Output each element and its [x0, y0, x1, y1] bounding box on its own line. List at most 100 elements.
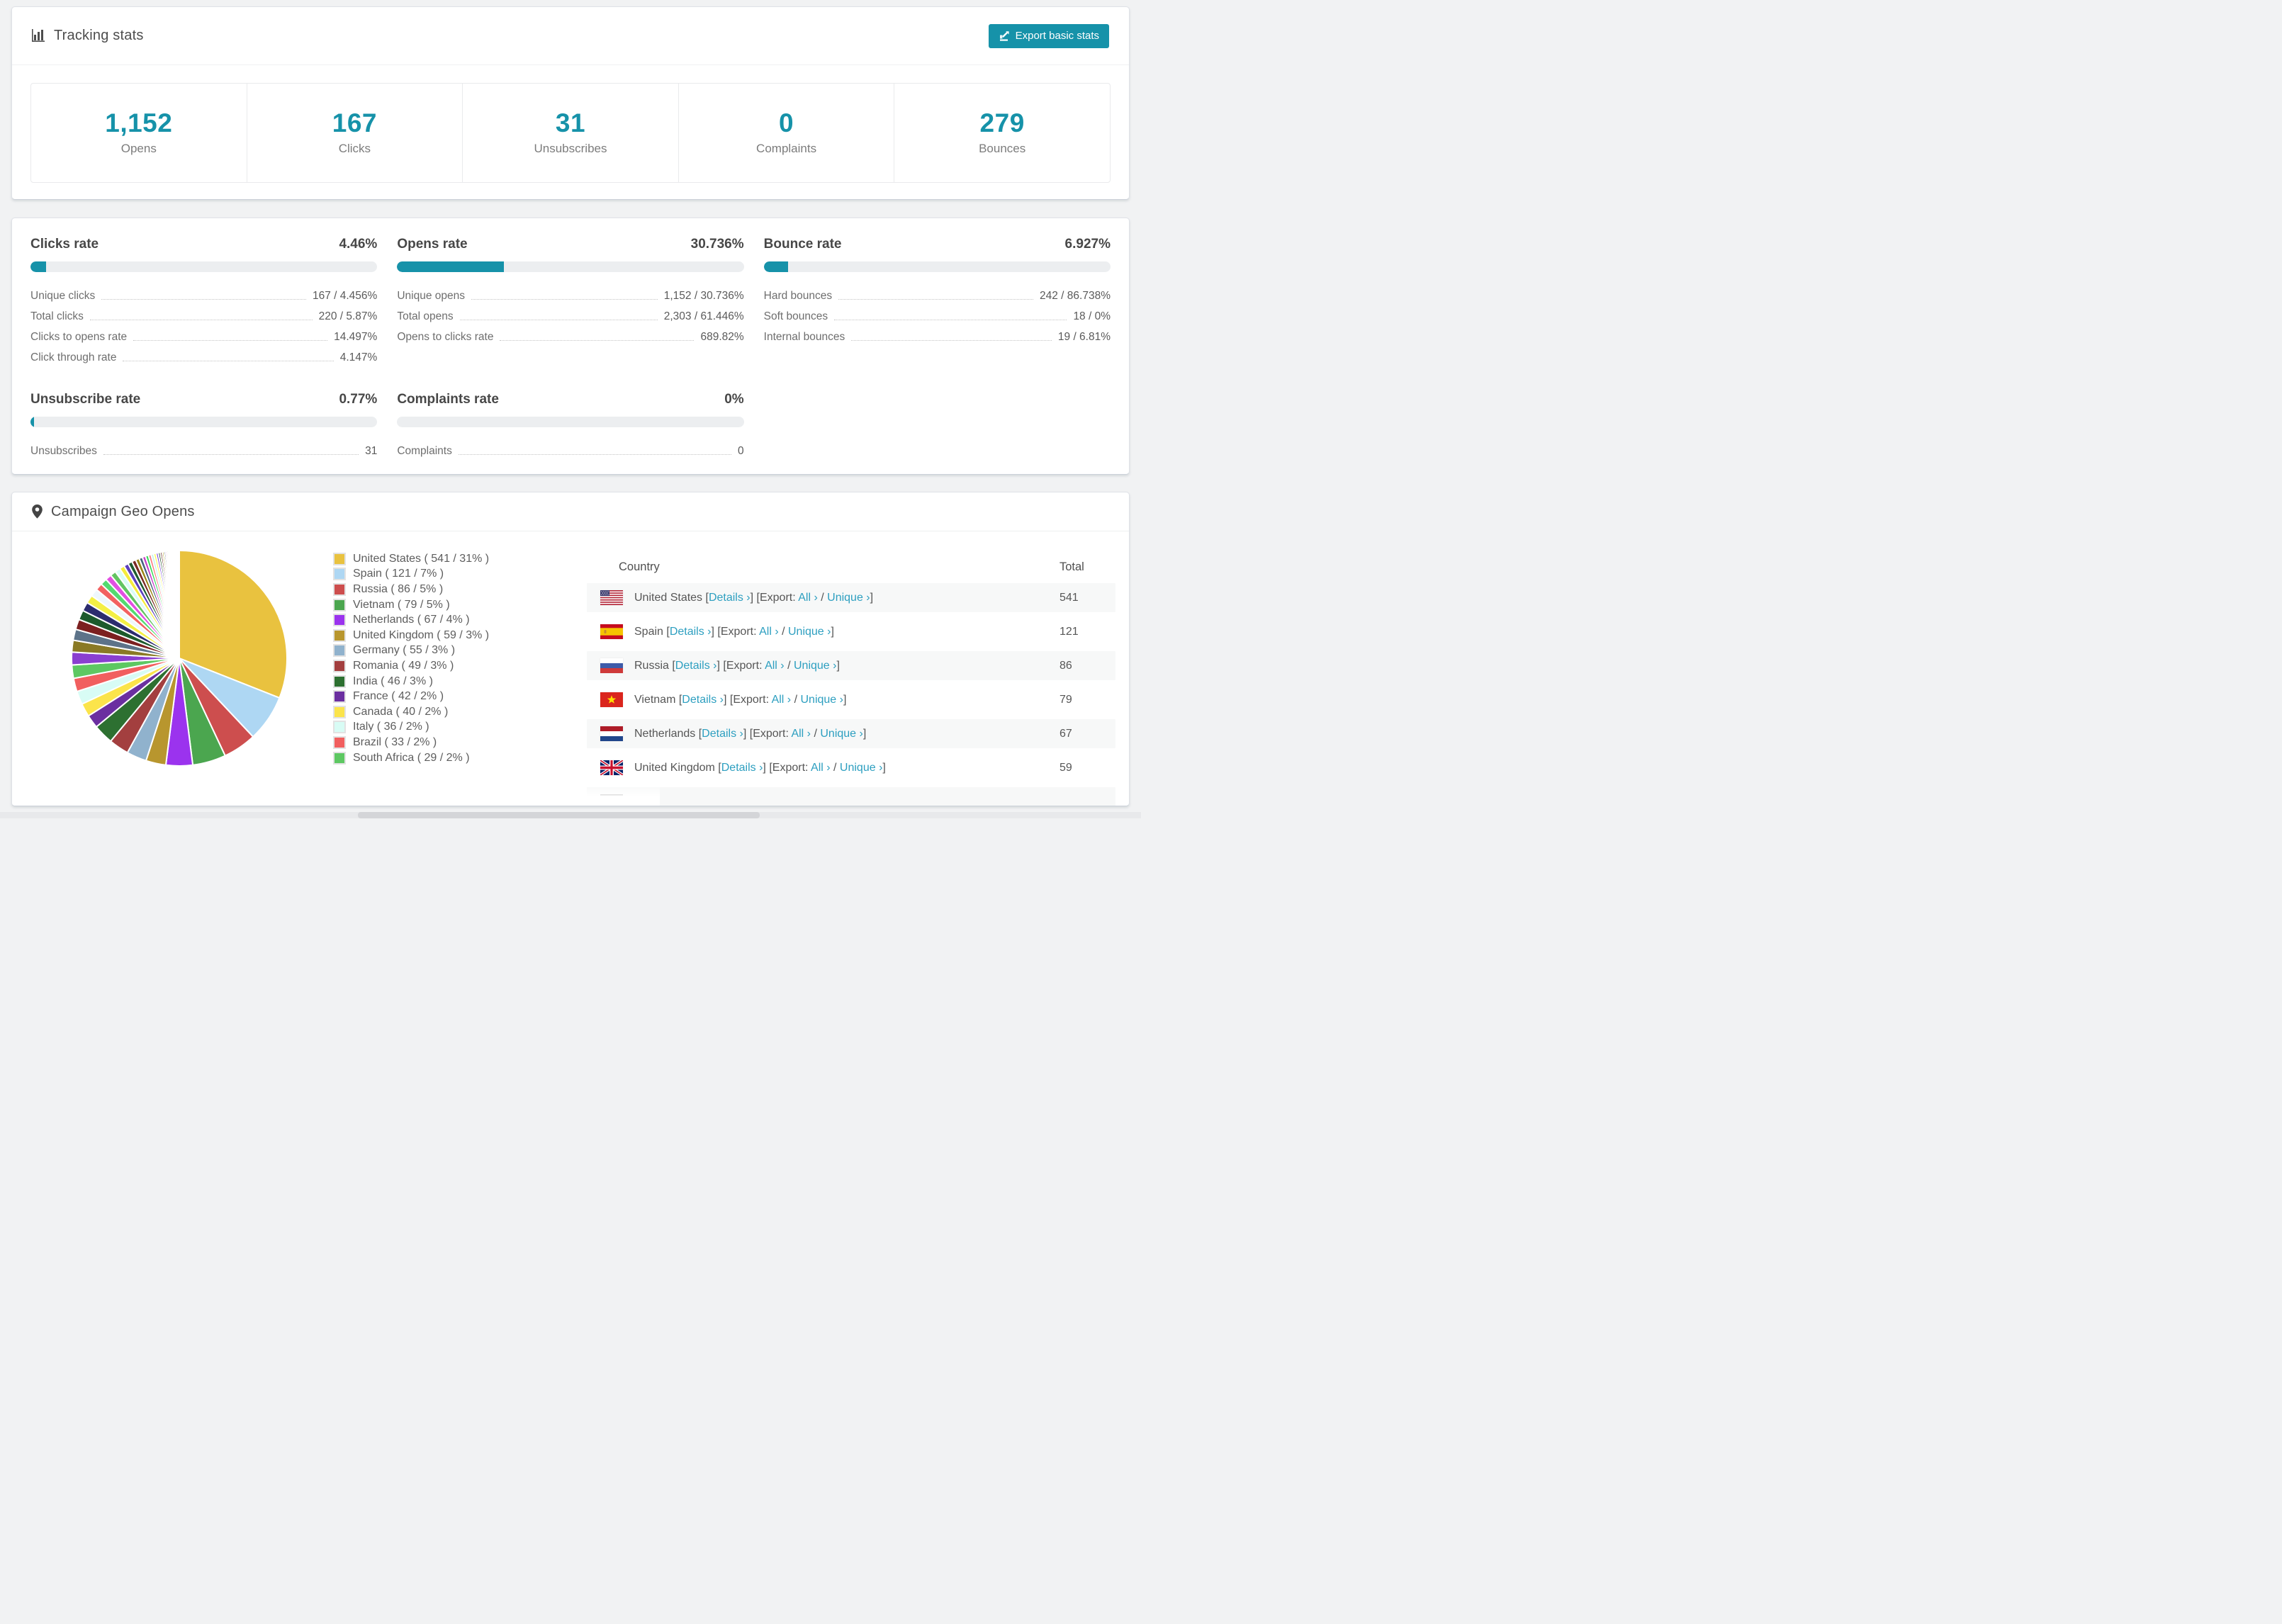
legend-label: Romania ( 49 / 3% ) — [353, 659, 454, 672]
details-link[interactable]: Details › — [709, 592, 751, 604]
rate-section-bounce: Bounce rate 6.927% Hard bounces 242 / 86.73… — [763, 237, 1111, 366]
geo-title: Campaign Geo Opens — [51, 503, 195, 519]
horizontal-scrollbar-track[interactable] — [0, 812, 1141, 818]
legend-item-italy[interactable]: Italy ( 36 / 2% ) — [333, 720, 489, 735]
dotted-leader — [851, 340, 1052, 341]
legend-item-vietnam[interactable]: Vietnam ( 79 / 5% ) — [333, 597, 489, 613]
rate-row-label: Unique opens — [397, 290, 465, 302]
export-unique-link[interactable]: Unique › — [827, 592, 870, 604]
flag-us-icon — [600, 590, 623, 605]
details-link[interactable]: Details › — [675, 660, 717, 672]
rate-row-value: 0 — [738, 445, 744, 457]
geo-body: United States ( 541 / 31% ) Spain ( 121 /… — [12, 531, 1129, 806]
export-basic-stats-button[interactable]: Export basic stats — [988, 23, 1109, 48]
country-name: Russia — [634, 659, 669, 672]
rate-row: Clicks to opens rate 14.497% — [30, 325, 377, 346]
details-link[interactable]: Details › — [682, 694, 724, 706]
legend-item-netherlands[interactable]: Netherlands ( 67 / 4% ) — [333, 612, 489, 628]
table-row: United Kingdom [Details ›] [Export: All … — [587, 753, 1115, 782]
flag-ru-icon — [600, 658, 623, 673]
flag-vn-icon — [600, 692, 623, 707]
stat-label: Complaints — [756, 141, 817, 155]
opens-rate-title: Opens rate — [397, 237, 468, 252]
country-cell: Netherlands [Details ›] [Export: All › /… — [634, 727, 867, 740]
flag-gb-icon — [600, 760, 623, 775]
tracking-stats-card: Tracking stats Export basic stats 1,152 O… — [11, 6, 1130, 200]
clicks-rate-value: 4.46% — [339, 237, 378, 252]
table-row: Vietnam [Details ›] [Export: All › / Uni… — [587, 685, 1115, 714]
legend-swatch — [333, 614, 346, 627]
horizontal-scrollbar-thumb[interactable] — [358, 812, 760, 818]
country-cell: Spain [Details ›] [Export: All › / Uniqu… — [634, 625, 834, 638]
rate-section-clicks: Clicks rate 4.46% Unique clicks 167 / 4.456… — [30, 237, 378, 366]
geo-header: Campaign Geo Opens — [12, 492, 1129, 531]
summary-stat-complaints: 0 Complaints — [678, 84, 894, 182]
export-unique-link[interactable]: Unique › — [840, 762, 882, 774]
rate-row-label: Click through rate — [30, 351, 117, 363]
legend-item-united-states[interactable]: United States ( 541 / 31% ) — [333, 551, 489, 567]
legend-item-romania[interactable]: Romania ( 49 / 3% ) — [333, 658, 489, 674]
rate-row: Opens to clicks rate 689.82% — [397, 325, 743, 346]
export-icon — [999, 30, 1010, 42]
legend-item-brazil[interactable]: Brazil ( 33 / 2% ) — [333, 735, 489, 750]
bounce-progress-track — [763, 261, 1111, 272]
legend-item-south-africa[interactable]: South Africa ( 29 / 2% ) — [333, 750, 489, 766]
stat-value: 31 — [555, 108, 586, 138]
table-row: Netherlands [Details ›] [Export: All › /… — [587, 719, 1115, 748]
legend-item-russia[interactable]: Russia ( 86 / 5% ) — [333, 582, 489, 597]
complaints-progress-track — [397, 417, 744, 427]
rate-row-value: 220 / 5.87% — [318, 310, 378, 322]
legend-item-canada[interactable]: Canada ( 40 / 2% ) — [333, 704, 489, 720]
legend-item-germany[interactable]: Germany ( 55 / 3% ) — [333, 643, 489, 659]
legend-item-france[interactable]: France ( 42 / 2% ) — [333, 689, 489, 704]
legend-item-united-kingdom[interactable]: United Kingdom ( 59 / 3% ) — [333, 628, 489, 643]
opens-rows: Unique opens 1,152 / 30.736% Total opens 2,… — [397, 284, 743, 346]
export-all-link[interactable]: All › — [811, 762, 831, 774]
country-name: Spain — [634, 625, 663, 638]
complaints-rate-title: Complaints rate — [397, 392, 499, 407]
legend-swatch — [333, 582, 346, 596]
unsubscribe-progress-track — [30, 417, 378, 427]
export-unique-link[interactable]: Unique › — [800, 694, 843, 706]
summary-stat-opens: 1,152 Opens — [31, 84, 247, 182]
summary-stat-bounces: 279 Bounces — [894, 84, 1110, 182]
table-row: Spain [Details ›] [Export: All › / Uniqu… — [587, 617, 1115, 646]
rate-row: Internal bounces 19 / 6.81% — [764, 325, 1111, 346]
legend-item-spain[interactable]: Spain ( 121 / 7% ) — [333, 567, 489, 582]
export-all-link[interactable]: All › — [765, 660, 785, 672]
bounce-rate-value: 6.927% — [1064, 237, 1111, 252]
bounce-rate-title: Bounce rate — [763, 237, 842, 252]
export-all-link[interactable]: All › — [772, 694, 792, 706]
rate-row-value: 14.497% — [334, 331, 378, 343]
legend-swatch — [333, 690, 346, 704]
export-unique-link[interactable]: Unique › — [820, 728, 862, 740]
rate-head: Clicks rate 4.46% — [30, 237, 377, 252]
rate-row-label: Complaints — [397, 445, 452, 457]
opens-progress-track — [397, 261, 744, 272]
stat-value: 0 — [779, 108, 794, 138]
export-unique-link[interactable]: Unique › — [788, 626, 831, 638]
rate-row-value: 2,303 / 61.446% — [663, 310, 744, 322]
summary-stats-box: 1,152 Opens 167 Clicks 31 Unsubscribes 0 Compla… — [30, 83, 1111, 183]
details-link[interactable]: Details › — [670, 626, 712, 638]
legend-label: France ( 42 / 2% ) — [353, 690, 444, 703]
export-all-link[interactable]: All › — [791, 728, 811, 740]
opens-rate-value: 30.736% — [690, 237, 744, 252]
export-unique-link[interactable]: Unique › — [794, 660, 836, 672]
table-row: United States [Details ›] [Export: All ›… — [587, 583, 1115, 612]
rate-row: Total opens 2,303 / 61.446% — [397, 305, 743, 325]
opens-progress-fill — [397, 261, 504, 272]
legend-item-india[interactable]: India ( 46 / 3% ) — [333, 674, 489, 689]
rates-card: Clicks rate 4.46% Unique clicks 167 / 4.456… — [11, 218, 1130, 475]
legend-label: Canada ( 40 / 2% ) — [353, 705, 449, 718]
export-all-link[interactable]: All › — [798, 592, 818, 604]
bounce-progress-fill — [763, 261, 788, 272]
rate-row-value: 242 / 86.738% — [1040, 290, 1111, 302]
export-all-link[interactable]: All › — [759, 626, 779, 638]
details-link[interactable]: Details › — [702, 728, 743, 740]
total-cell: 59 — [1060, 761, 1072, 774]
details-link[interactable]: Details › — [721, 762, 763, 774]
legend-swatch — [333, 552, 346, 565]
country-cell: Vietnam [Details ›] [Export: All › / Uni… — [634, 693, 847, 706]
rates-grid: Clicks rate 4.46% Unique clicks 167 / 4.456… — [12, 218, 1129, 460]
